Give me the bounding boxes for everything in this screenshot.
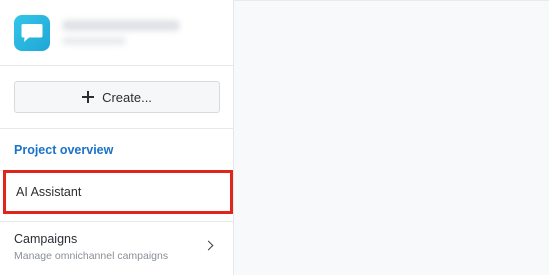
- sidebar-item-label: AI Assistant: [16, 185, 82, 199]
- sidebar-item-project-overview[interactable]: Project overview: [14, 143, 113, 157]
- sidebar-item-campaigns[interactable]: Campaigns Manage omnichannel campaigns: [0, 222, 233, 275]
- chat-bubble-glyph: [21, 24, 43, 42]
- main-content: [234, 0, 549, 275]
- blurred-subtitle: [62, 37, 126, 45]
- sidebar-item-description: Manage omnichannel campaigns: [14, 250, 169, 262]
- create-button-label: Create...: [102, 89, 152, 105]
- divider: [0, 128, 234, 129]
- app-window: Create... Project overview AI Assistant …: [0, 0, 549, 275]
- chevron-right-icon: [203, 240, 214, 251]
- plus-icon: [82, 91, 95, 103]
- sidebar-item-label: Campaigns: [14, 232, 78, 246]
- project-header: [0, 0, 233, 66]
- create-button[interactable]: Create...: [14, 81, 220, 113]
- sidebar: Create... Project overview AI Assistant …: [0, 0, 234, 275]
- chat-bubble-icon[interactable]: [14, 15, 50, 51]
- sidebar-item-ai-assistant[interactable]: AI Assistant: [3, 170, 233, 214]
- project-name-blurred: [60, 18, 184, 48]
- blurred-title: [62, 20, 180, 31]
